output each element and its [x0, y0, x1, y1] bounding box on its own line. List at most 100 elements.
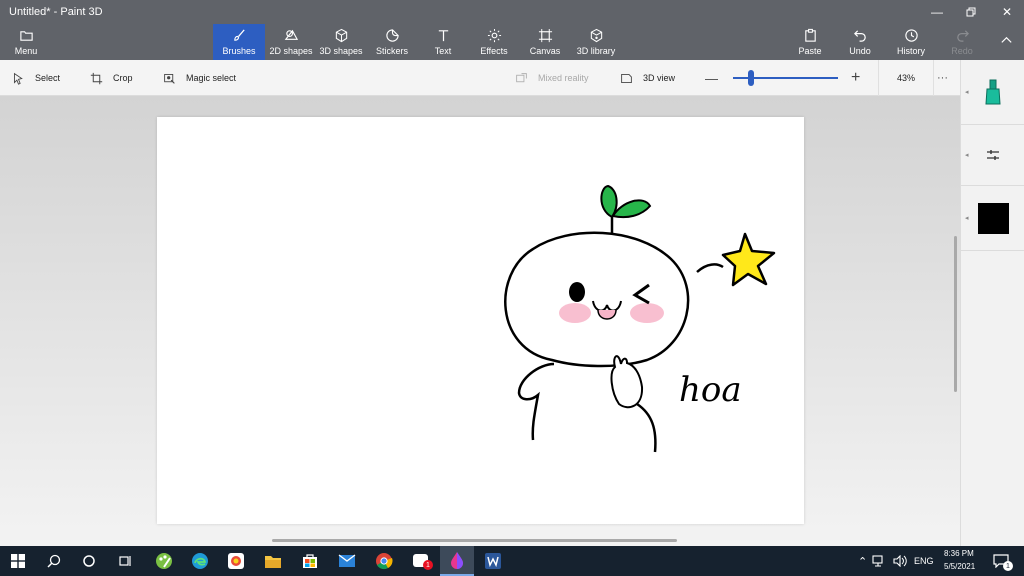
marker-icon [985, 79, 1001, 105]
zoom-in-button[interactable]: + [851, 60, 860, 96]
tab-3d-shapes[interactable]: 3D shapes [318, 24, 364, 60]
taskbar-app-edge[interactable] [183, 546, 217, 576]
task-view-icon [119, 556, 131, 566]
language-indicator[interactable]: ENG [914, 556, 934, 566]
right-cheek-blush [630, 303, 664, 323]
magic-select-button[interactable]: Magic select [163, 60, 236, 96]
zoom-level[interactable]: 43% [878, 60, 934, 96]
left-cheek-blush [559, 303, 591, 323]
taskbar-app-word[interactable] [476, 546, 510, 576]
search-button[interactable] [37, 546, 71, 576]
chevron-up-icon [1000, 36, 1012, 43]
window-title: Untitled* - Paint 3D [9, 6, 103, 18]
network-icon [872, 555, 883, 567]
paint-3d-app-icon [451, 552, 463, 569]
taskbar-app-photos[interactable] [219, 546, 253, 576]
search-icon [47, 554, 61, 568]
redo-button[interactable]: Redo [948, 24, 976, 60]
undo-icon [853, 30, 866, 42]
expand-arrow-icon: ◂ [965, 152, 969, 159]
clipboard-icon [804, 28, 816, 42]
3d-view-button[interactable]: 3D view [620, 60, 675, 96]
restore-icon [966, 7, 976, 17]
taskbar-app-paint[interactable] [147, 546, 181, 576]
zoom-out-button[interactable]: — [705, 60, 718, 96]
tab-2d-shapes[interactable]: 2D shapes [268, 24, 314, 60]
mixed-reality-icon [516, 72, 527, 82]
expand-arrow-icon: ◂ [965, 215, 969, 222]
task-view-button[interactable] [108, 546, 142, 576]
sprout-leaf-right [611, 199, 652, 219]
minimize-button[interactable]: — [920, 0, 954, 24]
left-eye [569, 282, 585, 302]
drawing: hoa [504, 184, 776, 453]
cursor-icon [13, 72, 23, 85]
speaker-icon [893, 555, 907, 567]
tab-canvas[interactable]: Canvas [526, 24, 564, 60]
store-app-icon [303, 554, 317, 568]
text-icon [438, 30, 448, 42]
side-panel: ◂ ◂ ◂ [960, 60, 1024, 546]
maximize-button[interactable] [954, 0, 988, 24]
sliders-icon [987, 150, 999, 160]
redo-icon [956, 30, 969, 42]
volume-button[interactable] [889, 546, 911, 576]
collapse-ribbon-button[interactable] [994, 24, 1018, 60]
word-app-icon [485, 553, 501, 569]
history-button[interactable]: History [894, 24, 928, 60]
sticker-icon [385, 29, 399, 42]
color-picker-button[interactable]: ◂ [961, 186, 1024, 250]
taskbar-app-file-explorer[interactable] [256, 546, 290, 576]
crop-button[interactable]: Crop [90, 60, 133, 96]
taskbar-app-store[interactable] [293, 546, 327, 576]
cortana-icon [83, 555, 95, 567]
horizontal-scrollbar[interactable] [272, 539, 677, 542]
undo-button[interactable]: Undo [846, 24, 874, 60]
character-hand [610, 355, 644, 409]
windows-logo-icon [11, 554, 25, 568]
clock-date[interactable]: 5/5/2021 [944, 562, 975, 571]
yellow-star [721, 232, 776, 287]
shapes-2d-icon [284, 29, 298, 40]
drawing-canvas[interactable]: hoa [157, 117, 804, 524]
start-button[interactable] [1, 546, 35, 576]
taskbar-app-notification-app[interactable]: 1 [404, 546, 438, 576]
taskbar: 1 ⌃ ENG 8:36 PM 5/5/2021 1 [0, 546, 1024, 576]
divider [961, 250, 1024, 251]
taskbar-app-chrome[interactable] [367, 546, 401, 576]
tab-stickers[interactable]: Stickers [370, 24, 414, 60]
handwriting-text: hoa [679, 370, 742, 410]
tab-text[interactable]: Text [425, 24, 461, 60]
view-3d-icon [621, 73, 632, 83]
show-hidden-icons-button[interactable]: ⌃ [858, 555, 867, 568]
menu-button[interactable]: Menu [2, 24, 50, 60]
character-right-side [636, 402, 657, 453]
palette-app-icon [156, 553, 172, 569]
zoom-slider-thumb[interactable] [747, 70, 754, 86]
taskbar-app-paint-3d[interactable] [440, 546, 474, 576]
character-left-arm [517, 362, 555, 441]
magic-select-icon [164, 73, 175, 84]
mixed-reality-button[interactable]: Mixed reality [515, 60, 589, 96]
tab-3d-library[interactable]: 3D library [574, 24, 618, 60]
brush-tool-button[interactable]: ◂ [961, 60, 1024, 124]
tab-effects[interactable]: Effects [474, 24, 514, 60]
more-options-button[interactable]: ··· [937, 60, 948, 96]
adjustments-button[interactable]: ◂ [961, 125, 1024, 185]
character-head [504, 231, 690, 368]
cortana-button[interactable] [72, 546, 106, 576]
select-button[interactable]: Select [12, 60, 60, 96]
clock-icon [904, 29, 918, 42]
tab-brushes[interactable]: Brushes [213, 24, 265, 60]
clock-time[interactable]: 8:36 PM [944, 549, 974, 558]
taskbar-app-mail[interactable] [330, 546, 364, 576]
vertical-scrollbar[interactable] [954, 236, 957, 392]
library-3d-icon [590, 28, 602, 43]
paste-button[interactable]: Paste [796, 24, 824, 60]
folder-app-icon [265, 556, 281, 568]
swoosh-line [696, 263, 724, 273]
sun-icon [487, 28, 501, 43]
network-icon[interactable] [868, 546, 890, 576]
action-center-button[interactable]: 1 [984, 546, 1018, 576]
close-button[interactable]: ✕ [990, 0, 1024, 24]
